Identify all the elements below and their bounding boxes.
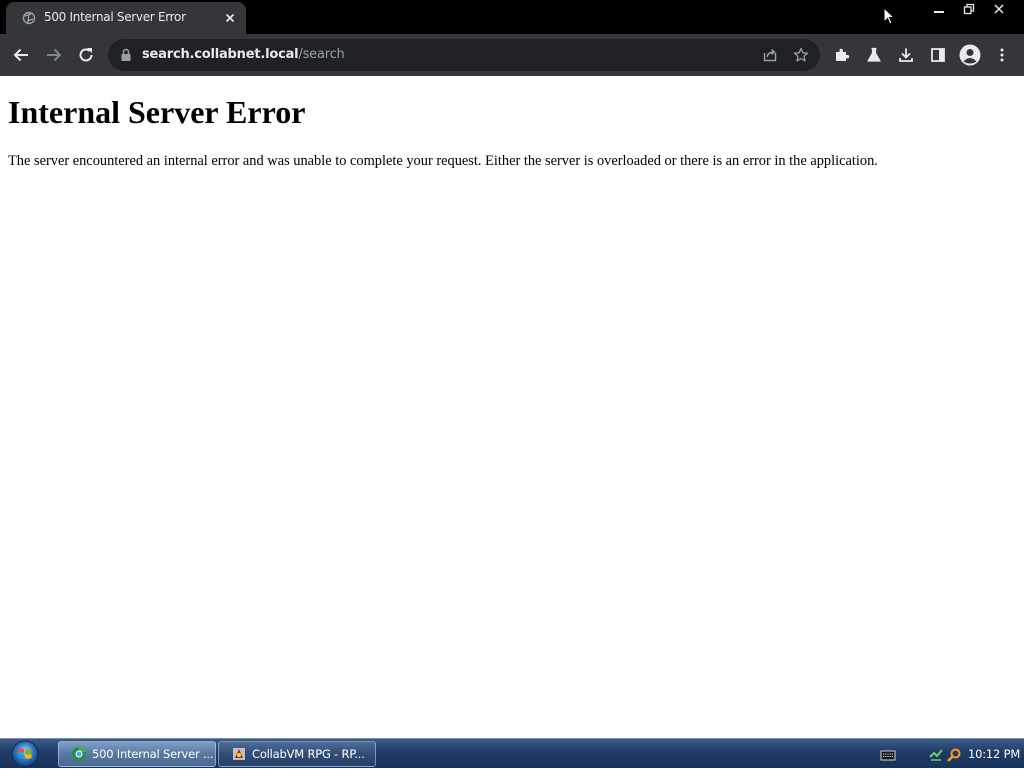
restore-icon: [963, 3, 975, 15]
globe-icon: [22, 11, 36, 25]
kebab-menu-icon: [1000, 48, 1004, 62]
menu-button[interactable]: [990, 43, 1014, 67]
forward-button[interactable]: [42, 43, 66, 67]
browser-app-icon: [72, 747, 86, 761]
taskbar: 500 Internal Server ... CollabVM RPG - R…: [0, 738, 1024, 768]
labs-button[interactable]: [862, 43, 886, 67]
window-close-button[interactable]: [984, 0, 1014, 18]
reload-icon: [79, 48, 93, 62]
page-content: Internal Server Error The server encount…: [0, 76, 1024, 738]
windows-orb-icon[interactable]: [8, 739, 42, 769]
address-bar[interactable]: search.collabnet.local/search: [108, 39, 820, 71]
mouse-cursor-icon: [883, 7, 895, 25]
taskbar-clock[interactable]: 10:12 PM: [968, 747, 1020, 761]
flask-icon: [867, 47, 881, 62]
downloads-button[interactable]: [894, 43, 918, 67]
window-controls: [924, 0, 1014, 18]
error-message: The server encountered an internal error…: [8, 153, 878, 169]
browser-tab[interactable]: 500 Internal Server Error: [6, 2, 246, 34]
arrow-right-icon: [47, 48, 62, 62]
network-icon[interactable]: [928, 747, 944, 763]
reload-button[interactable]: [74, 43, 98, 67]
taskbar-item-label: 500 Internal Server ...: [92, 747, 214, 761]
restore-button[interactable]: [954, 0, 984, 18]
close-icon: [994, 4, 1004, 14]
tab-title: 500 Internal Server Error: [44, 10, 186, 24]
lock-icon[interactable]: [120, 48, 132, 62]
taskbar-item-collabvm[interactable]: CollabVM RPG - RP...: [218, 741, 376, 767]
puzzle-icon: [836, 48, 850, 61]
share-icon[interactable]: [762, 47, 778, 63]
url-text[interactable]: search.collabnet.local/search: [142, 47, 345, 62]
browser-toolbar: search.collabnet.local/search: [0, 34, 1024, 110]
arrow-left-icon: [13, 48, 28, 62]
back-button[interactable]: [9, 43, 33, 67]
star-icon[interactable]: [793, 47, 809, 63]
side-panel-button[interactable]: [926, 43, 950, 67]
keyboard-icon[interactable]: [880, 747, 896, 763]
minimize-icon: [934, 11, 944, 13]
profile-button[interactable]: [958, 43, 982, 67]
close-icon[interactable]: [222, 10, 238, 26]
profile-icon: [959, 44, 981, 66]
url-path: /search: [298, 47, 345, 62]
tab-strip: 500 Internal Server Error: [0, 0, 1024, 34]
url-host: search.collabnet.local: [142, 47, 299, 62]
taskbar-item-label: CollabVM RPG - RP...: [252, 747, 365, 761]
page-title: Internal Server Error: [8, 94, 306, 130]
extensions-button[interactable]: [830, 43, 854, 67]
minimize-button[interactable]: [924, 0, 954, 18]
download-icon: [899, 48, 913, 62]
side-panel-icon: [931, 48, 945, 62]
taskbar-item-chrome[interactable]: 500 Internal Server ...: [58, 741, 216, 767]
app-icon: [233, 748, 245, 760]
search-icon[interactable]: [946, 747, 962, 763]
